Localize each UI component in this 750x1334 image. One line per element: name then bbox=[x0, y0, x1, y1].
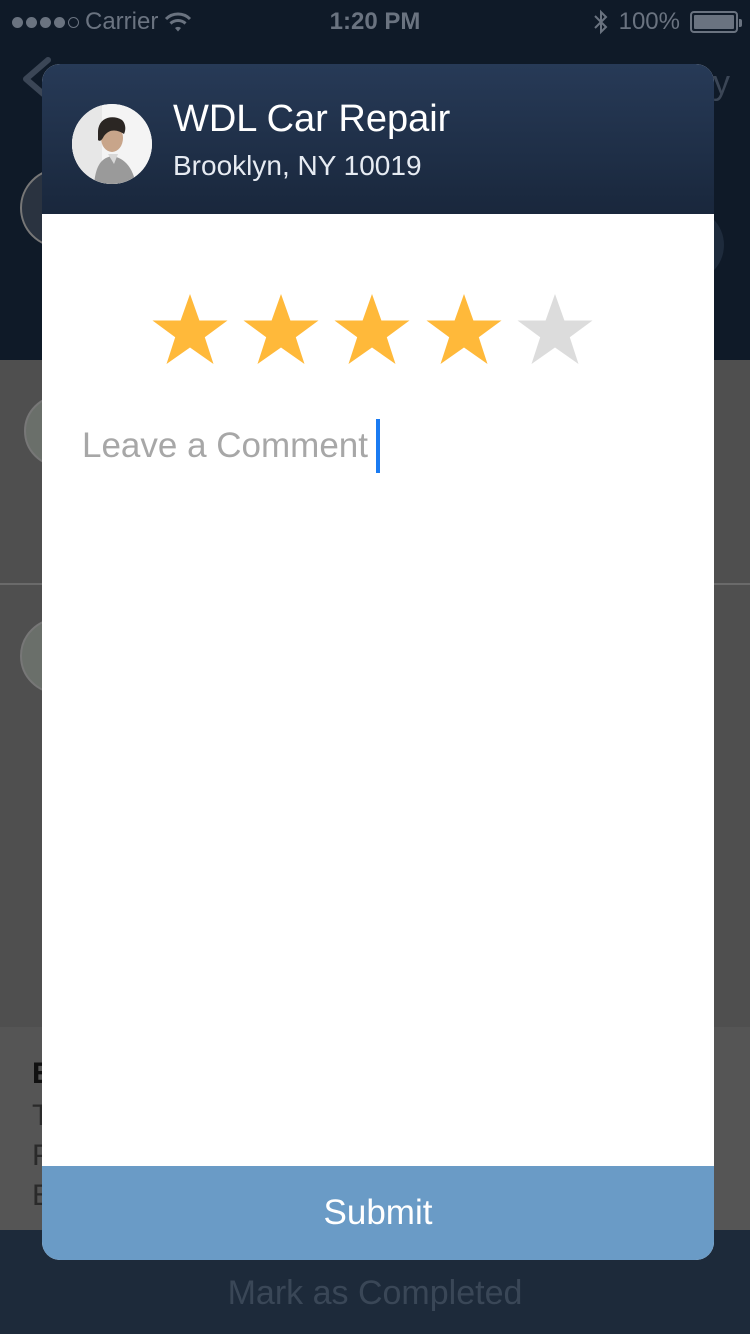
star-rating[interactable] bbox=[150, 292, 606, 372]
modal-header: WDL Car Repair Brooklyn, NY 10019 bbox=[42, 64, 714, 214]
battery-icon bbox=[690, 11, 742, 33]
bg-header-right-text: y bbox=[713, 64, 730, 102]
rating-modal: WDL Car Repair Brooklyn, NY 10019 Leave … bbox=[42, 64, 714, 1260]
comment-input[interactable]: Leave a Comment bbox=[82, 419, 380, 473]
status-right: 100% bbox=[593, 8, 742, 36]
star-icon[interactable] bbox=[241, 292, 330, 372]
shop-avatar bbox=[72, 104, 152, 184]
star-icon[interactable] bbox=[515, 292, 604, 372]
star-icon[interactable] bbox=[150, 292, 239, 372]
star-icon[interactable] bbox=[424, 292, 513, 372]
mark-completed-label: Mark as Completed bbox=[227, 1273, 523, 1312]
comment-placeholder: Leave a Comment bbox=[82, 426, 368, 465]
status-bar: Carrier 1:20 PM 100% bbox=[0, 0, 750, 40]
text-cursor bbox=[375, 419, 380, 473]
star-icon[interactable] bbox=[332, 292, 421, 372]
shop-address: Brooklyn, NY 10019 bbox=[173, 150, 422, 181]
submit-label: Submit bbox=[323, 1193, 433, 1232]
bluetooth-icon bbox=[593, 9, 608, 35]
submit-button[interactable]: Submit bbox=[42, 1166, 714, 1260]
shop-name: WDL Car Repair bbox=[173, 98, 451, 140]
battery-percent: 100% bbox=[618, 8, 680, 35]
